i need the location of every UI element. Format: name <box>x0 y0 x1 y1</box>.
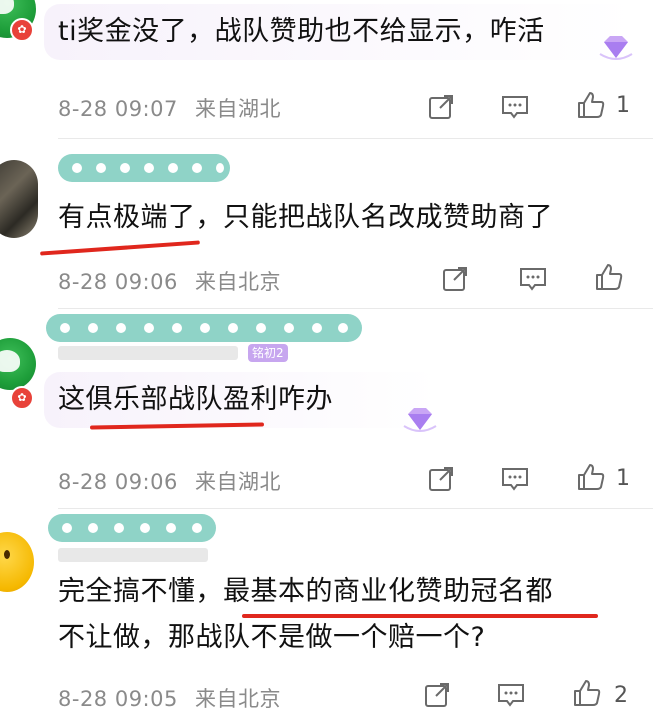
username-blur <box>58 346 238 360</box>
masked-username <box>46 314 362 342</box>
comment-item: ✿ 铭初2 这俱乐部战队盈利咋办 8-28 09:06 来自湖北 1 <box>0 308 653 509</box>
like-icon[interactable] <box>594 262 624 292</box>
verified-badge-icon: ✿ <box>10 18 34 42</box>
comment-item: ✿ ti奖金没了，战队赞助也不给显示，咋活 8-28 09:07 来自湖北 1 <box>0 0 653 139</box>
comment-icon[interactable] <box>518 264 548 294</box>
comment-time: 8-28 09:07 <box>58 97 178 121</box>
avatar-eye <box>4 550 10 559</box>
like-count: 2 <box>614 683 628 708</box>
avatar[interactable] <box>0 160 38 238</box>
comment-location: 来自湖北 <box>195 470 282 494</box>
like-icon[interactable] <box>572 678 602 708</box>
like-icon[interactable] <box>576 90 606 120</box>
comment-item: 有点极端了，只能把战队名改成赞助商了 8-28 09:06 来自北京 <box>0 138 653 309</box>
share-icon[interactable] <box>426 464 456 494</box>
comment-item: 完全搞不懂，最基本的商业化赞助冠名都 不让做，那战队不是做一个赔一个? 8-28… <box>0 508 653 712</box>
comment-text-line: 不让做，那战队不是做一个赔一个? <box>58 622 486 653</box>
comment-location: 来自北京 <box>195 687 282 711</box>
comment-meta: 8-28 09:06 来自湖北 <box>58 466 281 496</box>
username-blur <box>58 548 208 562</box>
comment-text: 这俱乐部战队盈利咋办 <box>58 384 333 415</box>
share-icon[interactable] <box>440 264 470 294</box>
share-icon[interactable] <box>426 92 456 122</box>
comment-meta: 8-28 09:05 来自北京 <box>58 683 281 713</box>
comment-icon[interactable] <box>500 92 530 122</box>
comment-text: 有点极端了，只能把战队名改成赞助商了 <box>58 202 553 233</box>
highlight-underline <box>40 240 200 256</box>
like-icon[interactable] <box>576 462 606 492</box>
comment-icon[interactable] <box>496 680 526 710</box>
avatar[interactable] <box>0 338 36 390</box>
like-count: 1 <box>616 93 630 118</box>
comment-time: 8-28 09:06 <box>58 270 178 294</box>
comment-text-line: 完全搞不懂，最基本的商业化赞助冠名都 <box>58 576 553 607</box>
verified-badge-icon: ✿ <box>10 386 34 410</box>
comment-location: 来自北京 <box>195 270 282 294</box>
like-count: 1 <box>616 466 630 491</box>
comment-location: 来自湖北 <box>195 97 282 121</box>
masked-username <box>58 154 230 182</box>
comment-meta: 8-28 09:06 来自北京 <box>58 266 281 296</box>
masked-username <box>48 514 216 542</box>
vip-gem-icon <box>598 34 634 62</box>
comment-icon[interactable] <box>500 464 530 494</box>
vip-gem-icon <box>402 406 438 434</box>
level-badge: 铭初2 <box>248 344 288 362</box>
comment-text: ti奖金没了，战队赞助也不给显示，咋活 <box>58 16 545 47</box>
avatar[interactable] <box>0 532 34 592</box>
comment-meta: 8-28 09:07 来自湖北 <box>58 93 281 123</box>
comment-time: 8-28 09:06 <box>58 470 178 494</box>
comment-time: 8-28 09:05 <box>58 687 178 711</box>
share-icon[interactable] <box>422 680 452 710</box>
